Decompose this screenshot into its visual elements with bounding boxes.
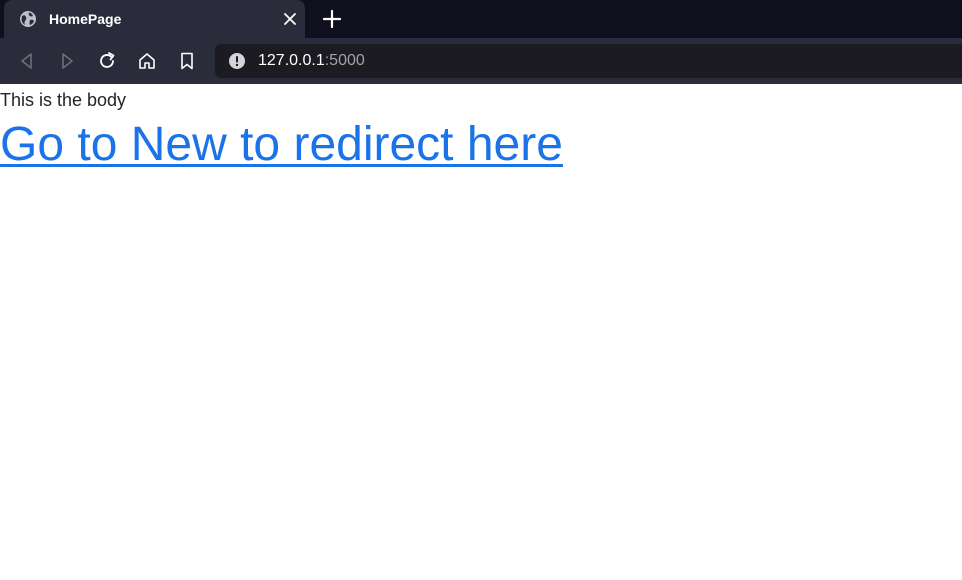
browser-tab-homepage[interactable]: HomePage: [4, 0, 305, 38]
forward-arrow-icon[interactable]: [56, 50, 78, 72]
close-icon[interactable]: [281, 10, 299, 28]
redirect-link[interactable]: Go to New to redirect here: [0, 116, 563, 174]
tab-title: HomePage: [49, 11, 122, 27]
back-arrow-icon[interactable]: [16, 50, 38, 72]
page-content: This is the body Go to New to redirect h…: [0, 84, 962, 580]
navigation-toolbar: 127.0.0.1:5000: [0, 38, 962, 84]
globe-icon: [20, 11, 36, 27]
body-text: This is the body: [0, 90, 127, 110]
url-port: :5000: [324, 52, 365, 69]
plus-icon[interactable]: [321, 8, 343, 30]
tab-strip: HomePage: [0, 0, 962, 38]
reload-icon[interactable]: [96, 50, 118, 72]
address-bar[interactable]: 127.0.0.1:5000: [215, 44, 962, 78]
home-icon[interactable]: [136, 50, 158, 72]
bookmark-icon[interactable]: [176, 50, 198, 72]
info-icon[interactable]: [228, 52, 246, 70]
url-host: 127.0.0.1: [258, 52, 325, 69]
url-text[interactable]: 127.0.0.1:5000: [258, 52, 365, 70]
